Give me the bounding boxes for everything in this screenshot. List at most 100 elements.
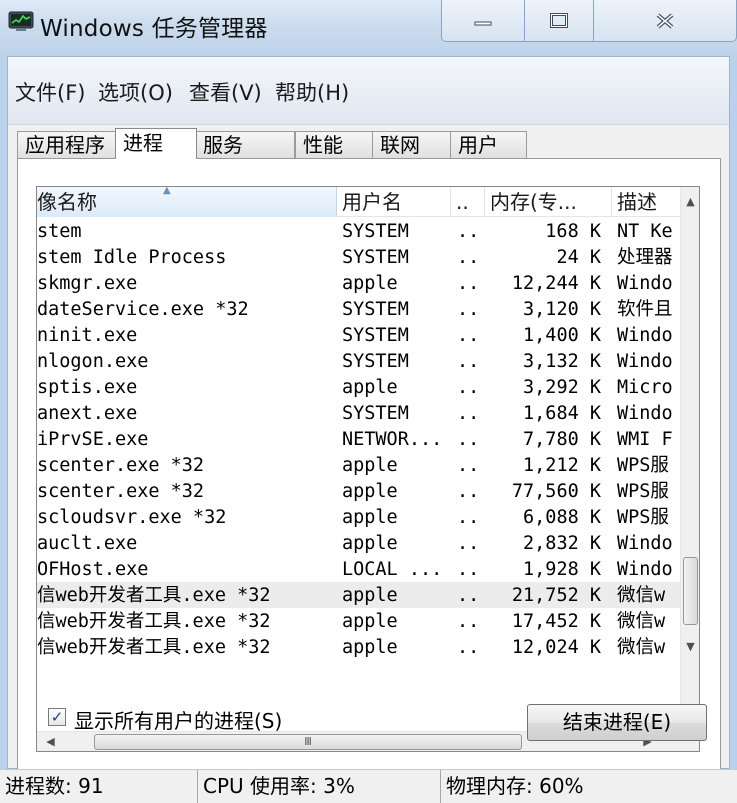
process-cpu-cell: .. xyxy=(457,507,480,528)
process-list[interactable]: ▲ 像名称 用户名 .. 内存(专... 描述 stem SYSTEM.. 168 … xyxy=(36,186,700,752)
scroll-left-icon[interactable]: ◀ xyxy=(41,732,60,751)
process-name-cell: stem Idle Process xyxy=(37,247,227,268)
table-row[interactable]: 信web开发者工具.exe *32 apple.. 17,452 K 微信w xyxy=(37,608,680,634)
process-cpu-cell: .. xyxy=(457,299,480,320)
minimize-icon xyxy=(474,21,492,25)
tab-users[interactable]: 用户 xyxy=(450,131,527,158)
process-user-cell: apple xyxy=(342,507,398,528)
process-description-cell: NT Ke xyxy=(617,221,673,242)
column-header-row: ▲ 像名称 用户名 .. 内存(专... 描述 xyxy=(37,187,680,217)
table-row[interactable]: sptis.exe apple.. 3,292 K Micro xyxy=(37,374,680,400)
table-row[interactable]: ninit.exe SYSTEM.. 1,400 K Windo xyxy=(37,322,680,348)
table-row[interactable]: iPrvSE.exe NETWOR..... 7,780 K WMI F xyxy=(37,426,680,452)
process-cpu-cell: .. xyxy=(457,403,480,424)
process-user-cell: apple xyxy=(342,455,398,476)
process-user-cell: apple xyxy=(342,533,398,554)
process-cpu-cell: .. xyxy=(457,585,480,606)
process-user-cell: SYSTEM xyxy=(342,351,409,372)
table-row[interactable]: scenter.exe *32 apple.. 77,560 K WPS服 xyxy=(37,478,680,504)
horizontal-scroll-thumb[interactable]: Ⅲ xyxy=(94,734,522,750)
table-row[interactable]: OFHost.exe LOCAL ..... 1,928 K Windo xyxy=(37,556,680,582)
menu-options[interactable]: 选项(O) xyxy=(98,77,173,107)
scroll-down-icon[interactable]: ▼ xyxy=(681,637,699,656)
process-name-cell: sptis.exe xyxy=(37,377,138,398)
process-description-cell: Windo xyxy=(617,533,673,554)
tab-performance[interactable]: 性能 xyxy=(295,131,374,158)
process-user-cell: SYSTEM xyxy=(342,299,409,320)
window-title: Windows 任务管理器 xyxy=(40,16,268,42)
process-user-cell: LOCAL ... xyxy=(342,559,443,580)
process-description-cell: WPS服 xyxy=(617,481,669,502)
vertical-scrollbar[interactable]: ▲ ▼ xyxy=(680,187,699,731)
process-cpu-cell: .. xyxy=(457,247,480,268)
process-name-cell: nlogon.exe xyxy=(37,351,149,372)
tab-processes[interactable]: 进程 xyxy=(115,128,197,159)
process-cpu-cell: .. xyxy=(457,455,480,476)
process-memory-cell: 77,560 K xyxy=(511,481,601,502)
minimize-button[interactable] xyxy=(441,0,525,42)
process-user-cell: apple xyxy=(342,273,398,294)
menu-file[interactable]: 文件(F) xyxy=(15,77,85,107)
table-row[interactable]: 信web开发者工具.exe *32 apple.. 21,752 K 微信w xyxy=(37,582,680,608)
process-description-cell: 软件且 xyxy=(617,299,673,320)
vertical-scroll-thumb[interactable] xyxy=(683,557,698,625)
process-name-cell: 信web开发者工具.exe *32 xyxy=(37,611,271,632)
column-header-user[interactable]: 用户名 xyxy=(337,187,451,217)
table-row[interactable]: stem Idle Process SYSTEM.. 24 K 处理器 xyxy=(37,244,680,270)
process-memory-cell: 168 K xyxy=(545,221,601,242)
show-all-users-label[interactable]: 显示所有用户的进程(S) xyxy=(74,705,282,734)
process-cpu-cell: .. xyxy=(457,351,480,372)
process-memory-cell: 1,400 K xyxy=(523,325,601,346)
process-description-cell: Windo xyxy=(617,403,673,424)
end-process-button[interactable]: 结束进程(E) xyxy=(527,704,707,741)
process-user-cell: apple xyxy=(342,585,398,606)
column-header-image-name[interactable]: ▲ 像名称 xyxy=(37,187,337,217)
table-row[interactable]: scloudsvr.exe *32 apple.. 6,088 K WPS服 xyxy=(37,504,680,530)
column-header-description[interactable]: 描述 xyxy=(612,187,680,217)
tab-networking[interactable]: 联网 xyxy=(372,131,452,158)
table-row[interactable]: scenter.exe *32 apple.. 1,212 K WPS服 xyxy=(37,452,680,478)
table-row[interactable]: skmgr.exe apple.. 12,244 K Windo xyxy=(37,270,680,296)
process-user-cell: apple xyxy=(342,481,398,502)
close-button[interactable] xyxy=(593,0,737,42)
maximize-icon xyxy=(550,12,568,28)
process-name-cell: 信web开发者工具.exe *32 xyxy=(37,585,271,606)
table-row[interactable]: auclt.exe apple.. 2,832 K Windo xyxy=(37,530,680,556)
tab-applications[interactable]: 应用程序 xyxy=(17,131,117,158)
process-user-cell: SYSTEM xyxy=(342,221,409,242)
process-cpu-cell: .. xyxy=(457,533,480,554)
table-row[interactable]: 信web开发者工具.exe *32 apple.. 12,024 K 微信w xyxy=(37,634,680,660)
process-memory-cell: 12,024 K xyxy=(511,637,601,658)
process-cpu-cell: .. xyxy=(457,325,480,346)
client-area: 文件(F) 选项(O) 查看(V) 帮助(H) 应用程序 进程 服务 性能 联网… xyxy=(7,56,730,772)
process-cpu-cell: .. xyxy=(457,637,480,658)
title-bar[interactable]: Windows 任务管理器 xyxy=(0,0,737,56)
menu-bar: 文件(F) 选项(O) 查看(V) 帮助(H) xyxy=(8,57,729,125)
process-description-cell: 微信w xyxy=(617,585,666,606)
column-header-cpu[interactable]: .. xyxy=(451,187,485,217)
table-row[interactable]: anext.exe SYSTEM.. 1,684 K Windo xyxy=(37,400,680,426)
menu-view[interactable]: 查看(V) xyxy=(189,77,262,107)
table-row[interactable]: dateService.exe *32 SYSTEM.. 3,120 K 软件且 xyxy=(37,296,680,322)
process-description-cell: Windo xyxy=(617,325,673,346)
status-physical-memory: 物理内存: 60% xyxy=(446,774,584,798)
scroll-up-icon[interactable]: ▲ xyxy=(681,192,699,211)
show-all-users-checkbox[interactable]: ✓ xyxy=(48,708,66,726)
process-user-cell: apple xyxy=(342,611,398,632)
close-icon xyxy=(656,12,674,29)
tab-services[interactable]: 服务 xyxy=(195,131,295,158)
process-name-cell: scenter.exe *32 xyxy=(37,481,205,502)
maximize-button[interactable] xyxy=(524,0,594,42)
process-description-cell: Windo xyxy=(617,351,673,372)
table-row[interactable]: nlogon.exe SYSTEM.. 3,132 K Windo xyxy=(37,348,680,374)
process-name-cell: dateService.exe *32 xyxy=(37,299,249,320)
column-header-memory[interactable]: 内存(专... xyxy=(485,187,612,217)
process-memory-cell: 1,684 K xyxy=(523,403,601,424)
process-memory-cell: 24 K xyxy=(556,247,601,268)
status-bar: 进程数: 91 CPU 使用率: 3% 物理内存: 60% xyxy=(0,769,737,803)
table-row[interactable]: stem SYSTEM.. 168 K NT Ke xyxy=(37,218,680,244)
process-memory-cell: 2,832 K xyxy=(523,533,601,554)
status-process-count: 进程数: 91 xyxy=(0,770,198,803)
process-name-cell: 信web开发者工具.exe *32 xyxy=(37,637,271,658)
menu-help[interactable]: 帮助(H) xyxy=(275,77,349,107)
